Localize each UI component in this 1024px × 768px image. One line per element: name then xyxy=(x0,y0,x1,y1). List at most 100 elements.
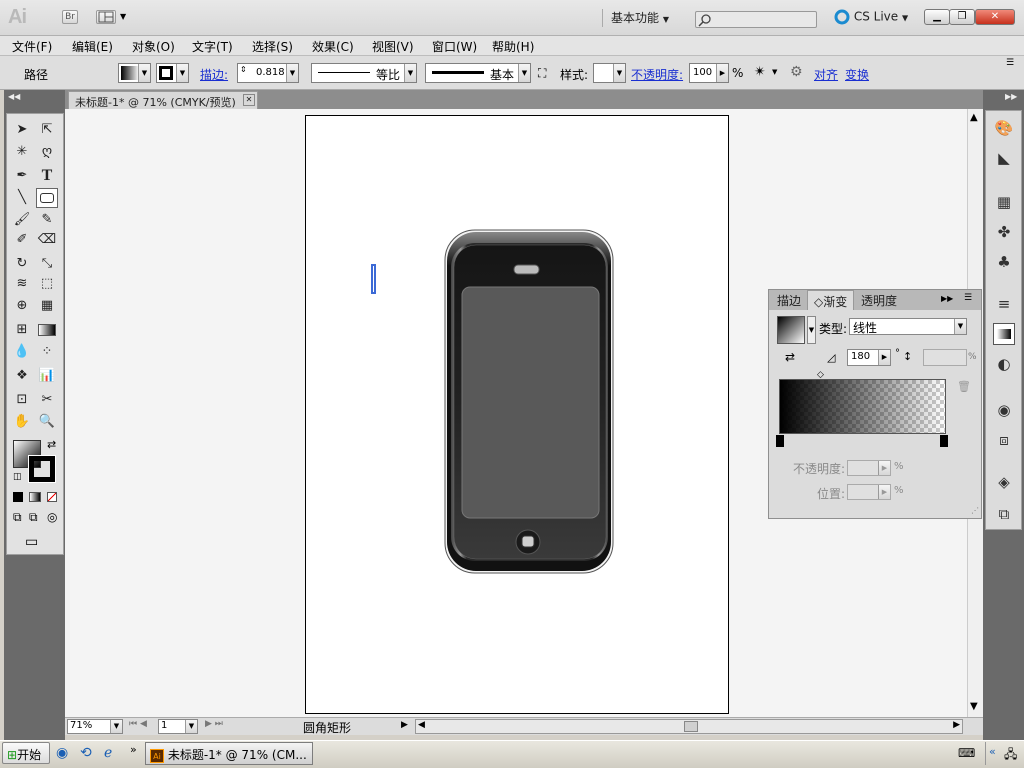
network-tray-icon[interactable]: 🖧 xyxy=(1004,745,1017,766)
gradient-type-select[interactable]: 线性 ▼ xyxy=(849,318,967,335)
menu-type[interactable]: 文字(T) xyxy=(192,38,233,55)
draw-inside-icon[interactable]: ◎ xyxy=(47,510,57,524)
gradient-tool-icon[interactable] xyxy=(36,320,58,340)
selected-object-bounds[interactable] xyxy=(371,264,376,294)
menu-file[interactable]: 文件(F) xyxy=(12,38,52,55)
pen-tool-icon[interactable]: ✒ xyxy=(11,166,33,186)
stop-opacity-field[interactable]: ▶ xyxy=(847,460,891,476)
paintbrush-tool-icon[interactable]: 🖌 xyxy=(11,210,33,230)
ie-quicklaunch-icon[interactable]: ℯ xyxy=(104,745,112,761)
resize-grip-icon[interactable]: ⋰ xyxy=(971,506,979,515)
zoom-tool-icon[interactable]: 🔍 xyxy=(36,412,58,432)
type-tool-icon[interactable]: T xyxy=(36,166,58,186)
scroll-thumb[interactable] xyxy=(684,721,698,732)
scroll-up-icon[interactable]: ▲ xyxy=(970,112,978,123)
workspace-switcher[interactable]: 基本功能 ▼ xyxy=(602,9,680,27)
slice-tool-icon[interactable]: ✂ xyxy=(36,390,58,410)
more-quicklaunch-icon[interactable]: » xyxy=(130,743,137,756)
tab-stroke[interactable]: 描边 xyxy=(771,290,807,310)
keyboard-tray-icon[interactable]: ⌨ xyxy=(958,746,975,760)
next-artboard-icon[interactable]: ▶ ⏭ xyxy=(205,719,223,729)
transparency-panel-icon[interactable]: ◐ xyxy=(993,353,1015,375)
expand-panels-icon[interactable]: ▶▶ xyxy=(1005,92,1017,101)
gradient-panel-icon[interactable] xyxy=(993,323,1015,345)
scale-tool-icon[interactable]: ⤡ xyxy=(36,254,58,274)
stroke-swatch[interactable]: ▼ xyxy=(156,63,189,83)
stroke-link[interactable]: 描边: xyxy=(200,66,228,83)
cs-live-menu[interactable]: CS Live ▼ xyxy=(834,9,908,27)
mesh-tool-icon[interactable]: ⊞ xyxy=(11,320,33,340)
artboards-panel-icon[interactable]: ⧉ xyxy=(993,503,1015,525)
default-colors-icon[interactable]: ◫ xyxy=(13,472,22,482)
graphic-style-swatch[interactable]: ▼ xyxy=(593,63,626,83)
graph-tool-icon[interactable]: 📊 xyxy=(36,366,58,386)
color-panel-icon[interactable]: 🎨 xyxy=(993,117,1015,139)
opacity-link[interactable]: 不透明度: xyxy=(631,66,683,83)
stroke-panel-icon[interactable]: ≡ xyxy=(993,293,1015,315)
color-guide-icon[interactable]: ◣ xyxy=(993,147,1015,169)
restore-button[interactable]: ❐ xyxy=(949,9,975,25)
stroke-weight-field[interactable]: ⇕ 0.818 p ▼ xyxy=(237,63,299,83)
swap-fill-stroke-icon[interactable]: ⇄ xyxy=(47,438,56,451)
gradient-stop-left[interactable] xyxy=(776,435,784,447)
bridge-button[interactable]: Br xyxy=(62,10,78,24)
arrange-dropdown-icon[interactable]: ▼ xyxy=(120,12,126,21)
gradient-preview-swatch[interactable] xyxy=(777,316,805,344)
fill-swatch[interactable]: ▼ xyxy=(118,63,151,83)
scroll-right-icon[interactable]: ▶ xyxy=(953,720,960,730)
brush-definition[interactable]: 基本 ▼ xyxy=(425,63,531,83)
show-hidden-icons-icon[interactable]: « xyxy=(989,745,996,758)
menu-window[interactable]: 窗口(W) xyxy=(432,38,477,55)
appearance-panel-icon[interactable]: ◉ xyxy=(993,399,1015,421)
menu-help[interactable]: 帮助(H) xyxy=(492,38,534,55)
pencil-tool-icon[interactable]: ✎ xyxy=(36,210,58,230)
shape-builder-tool-icon[interactable]: ⊕ xyxy=(11,296,33,316)
eyedropper-tool-icon[interactable]: 💧 xyxy=(11,342,33,362)
gradient-mode-icon[interactable] xyxy=(29,492,41,502)
reverse-gradient-icon[interactable]: ⇄ xyxy=(785,350,795,364)
blob-brush-tool-icon[interactable]: ✐ xyxy=(11,230,33,250)
quicklaunch-icon[interactable]: ⟲ xyxy=(80,745,92,761)
eraser-tool-icon[interactable]: ⌫ xyxy=(36,230,58,250)
gradient-angle-field[interactable]: 180 ▶ xyxy=(847,349,891,366)
stroke-color-box[interactable] xyxy=(28,455,56,483)
gradient-presets-dropdown[interactable]: ▼ xyxy=(807,316,816,344)
tab-transparency[interactable]: 透明度 xyxy=(855,290,903,310)
arrange-documents-icon[interactable] xyxy=(96,10,116,24)
aspect-ratio-field[interactable] xyxy=(923,349,967,366)
stepper-icon[interactable]: ⇕ xyxy=(240,65,247,74)
direct-selection-tool-icon[interactable]: ⇱ xyxy=(36,120,58,140)
taskbar-illustrator-item[interactable]: Ai 未标题-1* @ 71% (CM... xyxy=(145,742,313,765)
rounded-rectangle-tool-icon[interactable] xyxy=(36,188,58,208)
perspective-grid-tool-icon[interactable]: ▦ xyxy=(36,296,58,316)
gradient-stop-right[interactable] xyxy=(940,435,948,447)
opacity-field[interactable]: 100 ▶ xyxy=(689,63,729,83)
selection-tool-icon[interactable]: ➤ xyxy=(11,120,33,140)
rotate-tool-icon[interactable]: ↻ xyxy=(11,254,33,274)
chevron-down-icon[interactable]: ▼ xyxy=(772,68,777,76)
gradient-slider[interactable] xyxy=(779,379,946,434)
transform-link[interactable]: 变换 xyxy=(845,66,869,83)
graphic-styles-icon[interactable]: ⧈ xyxy=(993,429,1015,451)
menu-view[interactable]: 视图(V) xyxy=(372,38,414,55)
menu-object[interactable]: 对象(O) xyxy=(132,38,175,55)
artboard-number-field[interactable]: 1 ▼ xyxy=(158,719,198,734)
color-mode-icon[interactable] xyxy=(13,492,23,502)
symbol-sprayer-tool-icon[interactable]: ❖ xyxy=(11,366,33,386)
stop-position-field[interactable]: ▶ xyxy=(847,484,891,500)
hand-tool-icon[interactable]: ✋ xyxy=(11,412,33,432)
document-tab[interactable]: 未标题-1* @ 71% (CMYK/预览) ✕ xyxy=(68,91,258,109)
close-tab-icon[interactable]: ✕ xyxy=(243,94,255,106)
menu-edit[interactable]: 编辑(E) xyxy=(72,38,113,55)
panel-menu-icon[interactable]: ☰ xyxy=(964,293,972,303)
variable-width-profile[interactable]: 等比 ▼ xyxy=(311,63,417,83)
menu-effect[interactable]: 效果(C) xyxy=(312,38,354,55)
scroll-down-icon[interactable]: ▼ xyxy=(970,701,978,712)
zoom-select[interactable]: 71% ▼ xyxy=(67,719,123,734)
line-tool-icon[interactable]: ╲ xyxy=(11,188,33,208)
layers-panel-icon[interactable]: ◈ xyxy=(993,471,1015,493)
draw-behind-icon[interactable]: ⧉ xyxy=(29,510,38,525)
blend-tool-icon[interactable]: ⁘ xyxy=(36,342,58,362)
close-button[interactable]: ✕ xyxy=(975,9,1015,25)
none-mode-icon[interactable] xyxy=(47,492,57,502)
